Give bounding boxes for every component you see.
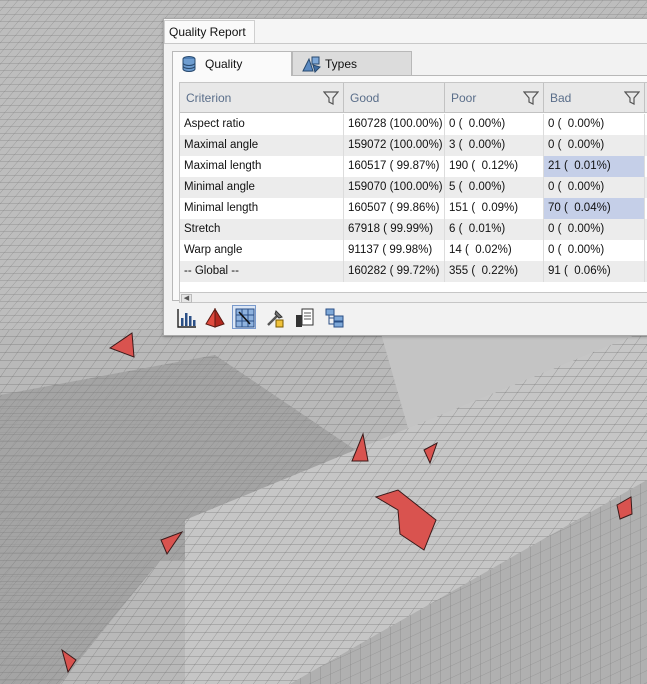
cell-poor: 5 ( 0.00%) bbox=[445, 177, 544, 198]
tools-icon bbox=[267, 310, 284, 328]
cell-bad: 0 ( 0.00%) bbox=[544, 177, 645, 198]
cell-poor: 355 ( 0.22%) bbox=[445, 261, 544, 282]
cell-good: 160517 ( 99.87%) bbox=[344, 156, 445, 177]
cell-poor: 14 ( 0.02%) bbox=[445, 240, 544, 261]
tree-view-button[interactable] bbox=[322, 305, 346, 329]
mesh-select-icon bbox=[235, 308, 255, 328]
cell-good: 159072 (100.00%) bbox=[344, 135, 445, 156]
cell-good: 160282 ( 99.72%) bbox=[344, 261, 445, 282]
column-header-good[interactable]: Good bbox=[344, 83, 445, 113]
quality-tab-content: Criterion Good Poor Bad Aspect ratio 160… bbox=[172, 75, 647, 303]
filter-icon[interactable] bbox=[323, 90, 339, 106]
table-row[interactable]: Aspect ratio 160728 (100.00%) 0 ( 0.00%)… bbox=[180, 114, 647, 135]
tab-types[interactable]: Types bbox=[292, 51, 412, 75]
column-header-label: Poor bbox=[451, 91, 477, 105]
cell-criterion: Maximal angle bbox=[180, 135, 344, 156]
export-report-button[interactable] bbox=[292, 305, 316, 329]
column-header-label: Bad bbox=[550, 91, 572, 105]
horizontal-scrollbar[interactable]: ◀ bbox=[179, 292, 647, 303]
cell-bad: 0 ( 0.00%) bbox=[544, 114, 645, 135]
filter-icon[interactable] bbox=[523, 90, 539, 106]
cell-good: 67918 ( 99.99%) bbox=[344, 219, 445, 240]
column-header-label: Good bbox=[350, 91, 380, 105]
panel-title-bar: Quality Report bbox=[164, 19, 647, 44]
cell-criterion: Warp angle bbox=[180, 240, 344, 261]
red-pyramid-icon bbox=[205, 308, 225, 328]
shapes-icon bbox=[302, 56, 321, 73]
cell-criterion: Maximal length bbox=[180, 156, 344, 177]
tree-view-icon bbox=[325, 308, 344, 328]
tab-types-label: Types bbox=[325, 57, 358, 71]
quality-report-panel: Quality Report Quality Types Criterion G… bbox=[163, 18, 647, 336]
cell-bad-highlighted[interactable]: 21 ( 0.01%) bbox=[544, 156, 645, 177]
filter-icon[interactable] bbox=[624, 90, 640, 106]
export-report-icon bbox=[296, 308, 314, 327]
cell-bad: 0 ( 0.00%) bbox=[544, 219, 645, 240]
mesh-select-button[interactable] bbox=[232, 305, 256, 329]
column-header-criterion[interactable]: Criterion bbox=[180, 83, 344, 113]
cell-good: 160507 ( 99.86%) bbox=[344, 198, 445, 219]
column-header-bad[interactable]: Bad bbox=[544, 83, 645, 113]
table-row[interactable]: Minimal angle 159070 (100.00%) 5 ( 0.00%… bbox=[180, 177, 647, 198]
tab-quality-label: Quality bbox=[205, 57, 243, 71]
panel-title[interactable]: Quality Report bbox=[164, 20, 255, 43]
quality-table: Criterion Good Poor Bad Aspect ratio 160… bbox=[179, 82, 647, 294]
cell-criterion: -- Global -- bbox=[180, 261, 344, 282]
cell-good: 160728 (100.00%) bbox=[344, 114, 445, 135]
tab-quality[interactable]: Quality bbox=[172, 51, 292, 76]
cell-bad-highlighted[interactable]: 70 ( 0.04%) bbox=[544, 198, 645, 219]
cell-poor: 6 ( 0.01%) bbox=[445, 219, 544, 240]
scroll-left-icon[interactable]: ◀ bbox=[181, 294, 192, 303]
cell-poor: 0 ( 0.00%) bbox=[445, 114, 544, 135]
cell-good: 159070 (100.00%) bbox=[344, 177, 445, 198]
table-row[interactable]: Minimal length 160507 ( 99.86%) 151 ( 0.… bbox=[180, 198, 647, 219]
table-row[interactable]: -- Global -- 160282 ( 99.72%) 355 ( 0.22… bbox=[180, 261, 647, 282]
histogram-icon bbox=[177, 309, 196, 328]
cell-poor: 3 ( 0.00%) bbox=[445, 135, 544, 156]
column-header-label: Criterion bbox=[186, 91, 232, 105]
cell-poor: 190 ( 0.12%) bbox=[445, 156, 544, 177]
tools-button[interactable] bbox=[262, 305, 286, 329]
cell-bad: 0 ( 0.00%) bbox=[544, 240, 645, 261]
table-row[interactable]: Warp angle 91137 ( 99.98%) 14 ( 0.02%) 0… bbox=[180, 240, 647, 261]
cell-bad: 91 ( 0.06%) bbox=[544, 261, 645, 282]
cell-poor: 151 ( 0.09%) bbox=[445, 198, 544, 219]
cell-criterion: Aspect ratio bbox=[180, 114, 344, 135]
cell-criterion: Stretch bbox=[180, 219, 344, 240]
cell-criterion: Minimal angle bbox=[180, 177, 344, 198]
cell-criterion: Minimal length bbox=[180, 198, 344, 219]
table-row[interactable]: Stretch 67918 ( 99.99%) 6 ( 0.01%) 0 ( 0… bbox=[180, 219, 647, 240]
histogram-button[interactable] bbox=[174, 305, 198, 329]
cell-good: 91137 ( 99.98%) bbox=[344, 240, 445, 261]
table-row[interactable]: Maximal angle 159072 (100.00%) 3 ( 0.00%… bbox=[180, 135, 647, 156]
cell-bad: 0 ( 0.00%) bbox=[544, 135, 645, 156]
red-pyramid-button[interactable] bbox=[202, 305, 226, 329]
database-icon bbox=[182, 56, 196, 72]
column-header-poor[interactable]: Poor bbox=[445, 83, 544, 113]
table-row[interactable]: Maximal length 160517 ( 99.87%) 190 ( 0.… bbox=[180, 156, 647, 177]
